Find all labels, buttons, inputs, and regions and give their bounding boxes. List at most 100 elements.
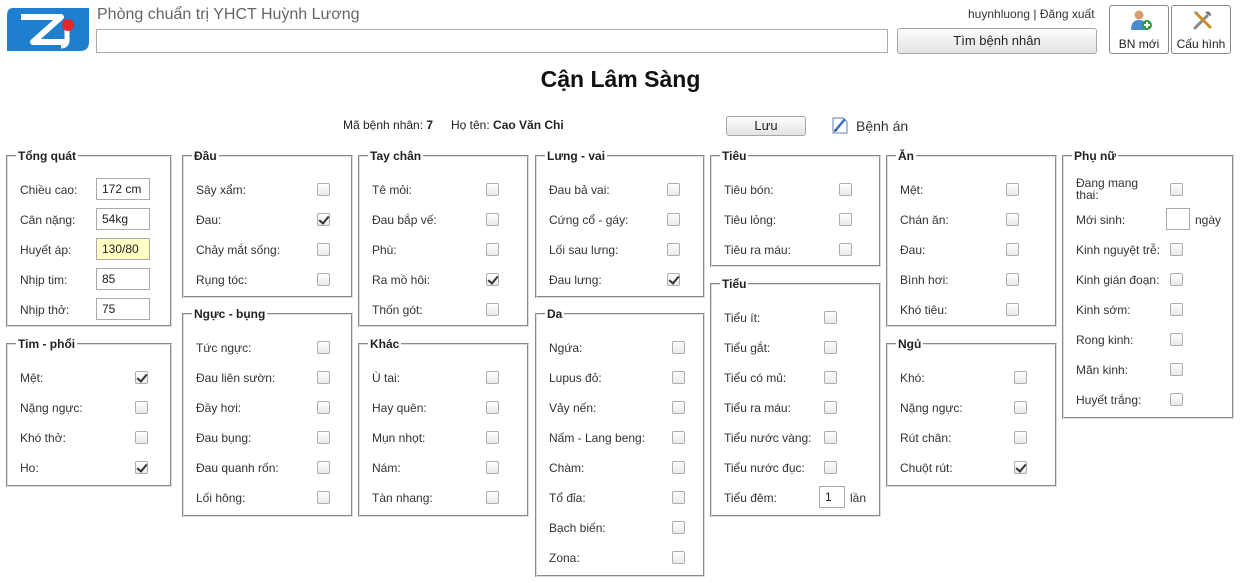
respiration-input[interactable] [96,298,150,320]
checkbox[interactable] [317,491,330,504]
weight-input[interactable] [96,208,150,230]
checkbox[interactable] [1014,461,1027,474]
checkbox[interactable] [1006,213,1019,226]
checkbox[interactable] [317,273,330,286]
check-label: Bạch biến: [549,521,606,535]
checkbox[interactable] [317,243,330,256]
checkbox[interactable] [824,341,837,354]
checkbox[interactable] [1170,303,1183,316]
checkbox[interactable] [824,371,837,384]
find-patient-button[interactable]: Tìm bệnh nhân [897,28,1097,54]
group-women: Phụ nữ Đang mang thai: Mới sinh: ngày Kin… [1062,149,1234,419]
check-label: Nám: [372,461,401,475]
checkbox[interactable] [486,461,499,474]
check-label: Ho: [20,461,39,475]
checkbox[interactable] [486,401,499,414]
checkbox[interactable] [667,183,680,196]
checkbox[interactable] [135,371,148,384]
checkbox[interactable] [1014,431,1027,444]
checkbox[interactable] [1170,243,1183,256]
checkbox[interactable] [672,521,685,534]
checkbox[interactable] [486,303,499,316]
checkbox[interactable] [1014,371,1027,384]
medical-record-link[interactable]: Bệnh án [830,115,908,135]
checkbox[interactable] [486,273,499,286]
checkbox[interactable] [672,461,685,474]
settings-button[interactable]: Cấu hình [1171,5,1231,54]
checkbox[interactable] [486,371,499,384]
checkbox[interactable] [672,551,685,564]
checkbox[interactable] [1170,363,1183,376]
checkbox[interactable] [486,431,499,444]
group-other-title: Khác [370,337,400,351]
postpartum-days-input[interactable] [1166,208,1190,230]
pregnant-label: Đang mang thai: [1076,177,1138,201]
checkbox[interactable] [1006,303,1019,316]
group-stool: Tiêu Tiêu bón: Tiêu lỏng: Tiêu ra máu: [710,149,881,267]
check-label: Tiểu ít: [724,311,761,325]
group-back-shoulder-title: Lưng - vai [547,149,606,163]
checkbox[interactable] [317,341,330,354]
checkbox[interactable] [672,491,685,504]
heart-rate-input[interactable] [96,268,150,290]
checkbox[interactable] [667,243,680,256]
group-limbs-title: Tay chân [370,149,422,163]
check-label: Tức ngực: [196,341,252,355]
checkbox[interactable] [135,401,148,414]
save-button[interactable]: Lưu [726,116,806,136]
patient-id: Mã bệnh nhân: 7 [343,118,433,132]
checkbox[interactable] [486,243,499,256]
patient-search-input[interactable] [96,29,888,53]
checkbox[interactable] [486,491,499,504]
checkbox[interactable] [317,401,330,414]
checkbox[interactable] [824,431,837,444]
checkbox[interactable] [1170,273,1183,286]
checkbox[interactable] [1006,273,1019,286]
checkbox[interactable] [317,461,330,474]
height-label: Chiều cao: [20,183,78,197]
checkbox[interactable] [1170,393,1183,406]
group-skin: Da Ngứa: Lupus đỏ: Vảy nến: Nấm - Lang b… [535,307,705,577]
check-label: Phù: [372,243,397,257]
checkbox[interactable] [839,213,852,226]
checkbox[interactable] [824,311,837,324]
patient-id-value: 7 [426,118,434,132]
logout-link[interactable]: Đăng xuất [1040,7,1095,21]
checkbox[interactable] [824,401,837,414]
checkbox[interactable] [317,371,330,384]
checkbox[interactable] [1006,183,1019,196]
checkbox[interactable] [1170,183,1183,196]
check-label: Lupus đỏ: [549,371,602,385]
height-input[interactable] [96,178,150,200]
checkbox[interactable] [317,431,330,444]
checkbox[interactable] [839,243,852,256]
checkbox[interactable] [672,431,685,444]
checkbox[interactable] [1006,243,1019,256]
checkbox[interactable] [1170,333,1183,346]
checkbox[interactable] [672,401,685,414]
checkbox[interactable] [486,183,499,196]
check-label: Tiêu bón: [724,183,774,197]
checkbox[interactable] [667,213,680,226]
weight-label: Cân nặng: [20,213,76,227]
checkbox[interactable] [667,273,680,286]
checkbox[interactable] [1014,401,1027,414]
check-label: Mệt: [20,371,44,385]
check-label: Tiểu gắt: [724,341,771,355]
blood-pressure-input[interactable] [96,238,150,260]
checkbox[interactable] [486,213,499,226]
group-general-title: Tổng quát [18,149,76,163]
checkbox[interactable] [672,341,685,354]
checkbox[interactable] [672,371,685,384]
new-patient-button[interactable]: BN mới [1109,5,1169,54]
night-urination-input[interactable] [819,486,845,508]
checkbox[interactable] [135,431,148,444]
group-heart-lung: Tim - phổi Mệt: Nặng ngực: Khó thở: Ho: [6,337,172,487]
checkbox[interactable] [317,213,330,226]
checkbox[interactable] [839,183,852,196]
checkbox[interactable] [135,461,148,474]
username-link[interactable]: huynhluong [968,7,1030,21]
checkbox[interactable] [317,183,330,196]
check-label: Ngứa: [549,341,583,355]
checkbox[interactable] [824,461,837,474]
